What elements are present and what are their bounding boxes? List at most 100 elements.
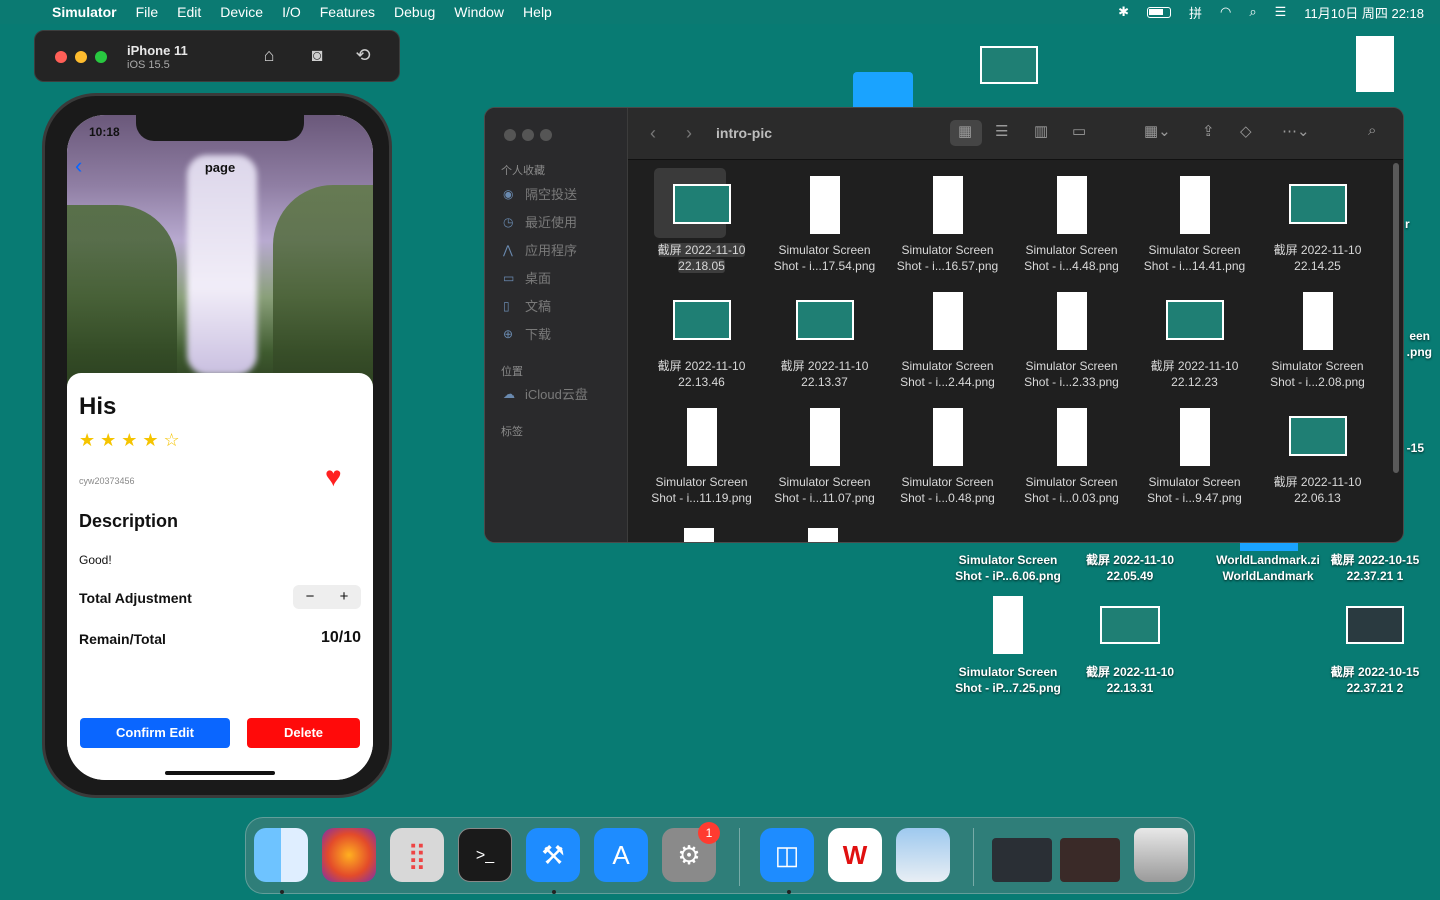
confirm-edit-button[interactable]: Confirm Edit	[80, 718, 230, 748]
battery-icon[interactable]	[1146, 6, 1171, 18]
preview-app-icon[interactable]	[896, 828, 950, 882]
wps-app-icon[interactable]: W	[828, 828, 882, 882]
file-thumbnail[interactable]	[808, 528, 838, 542]
menu-edit[interactable]: Edit	[177, 4, 201, 20]
desktop-item-label[interactable]: 截屏 2022-10-15 22.37.21 1	[1310, 552, 1440, 584]
minimize-window-button[interactable]	[75, 51, 87, 63]
decrement-button[interactable]: −	[293, 585, 327, 609]
list-view-icon[interactable]: ☰	[995, 122, 1008, 140]
back-arrow-icon[interactable]: ‹	[650, 123, 656, 144]
desktop-screenshot-thumbnail[interactable]	[1100, 606, 1160, 644]
menu-file[interactable]: File	[136, 4, 159, 20]
folder-icon[interactable]	[853, 72, 913, 112]
file-item[interactable]: 截屏 2022-11-10 22.12.23	[1133, 284, 1256, 394]
menu-io[interactable]: I/O	[282, 4, 301, 20]
control-center-icon[interactable]: ☰	[1275, 4, 1287, 20]
file-thumbnail[interactable]	[684, 528, 714, 542]
notification-badge: 1	[698, 822, 720, 844]
zip-file-icon[interactable]	[1240, 543, 1298, 551]
file-item[interactable]: Simulator Screen Shot - i...0.03.png	[1010, 400, 1133, 510]
input-method-icon[interactable]: 拼	[1189, 3, 1202, 22]
file-item[interactable]: 截屏 2022-11-10 22.14.25	[1256, 168, 1379, 278]
file-item[interactable]: Simulator Screen Shot - i...11.07.png	[763, 400, 886, 510]
rating-stars[interactable]: ★★★★☆	[79, 430, 185, 451]
favorite-heart-icon[interactable]: ♥	[325, 461, 342, 493]
sidebar-item-documents[interactable]: ▯ 文稿	[503, 296, 551, 315]
xcode-app-icon[interactable]: ⚒	[526, 828, 580, 882]
menu-window[interactable]: Window	[454, 4, 504, 20]
sidebar-item-desktop[interactable]: ▭ 桌面	[503, 268, 551, 287]
app-store-icon[interactable]: A	[594, 828, 648, 882]
tag-icon[interactable]: ◇	[1240, 122, 1252, 140]
file-item[interactable]: Simulator Screen Shot - i...11.19.png	[640, 400, 763, 510]
file-item[interactable]: Simulator Screen Shot - i...4.48.png	[1010, 168, 1133, 278]
sidebar-item-airdrop[interactable]: ◉ 隔空投送	[503, 184, 577, 203]
desktop-item-label[interactable]: Simulator Screen Shot - iP...6.06.png	[943, 552, 1073, 584]
file-thumbnail	[932, 292, 963, 350]
file-item[interactable]: Simulator Screen Shot - i...0.48.png	[886, 400, 1009, 510]
terminal-app-icon[interactable]: >_	[458, 828, 512, 882]
icon-view-icon[interactable]: ▦	[958, 122, 972, 140]
home-indicator[interactable]	[165, 771, 275, 775]
search-icon[interactable]: ⌕	[1368, 122, 1376, 139]
zoom-window-button[interactable]	[95, 51, 107, 63]
spotlight-search-icon[interactable]: ⌕	[1249, 4, 1256, 20]
desktop-item-label[interactable]: 截屏 2022-10-15 22.37.21 2	[1310, 664, 1440, 696]
menu-clock[interactable]: 11月10日 周四 22:18	[1304, 3, 1424, 22]
description-text: Good!	[79, 553, 112, 567]
file-item[interactable]: Simulator Screen Shot - i...2.44.png	[886, 284, 1009, 394]
firefox-app-icon[interactable]	[322, 828, 376, 882]
close-window-button[interactable]	[55, 51, 67, 63]
sidebar-item-downloads[interactable]: ⊕ 下载	[503, 324, 551, 343]
increment-button[interactable]: +	[327, 585, 361, 609]
file-item[interactable]: 截屏 2022-11-10 22.13.46	[640, 284, 763, 394]
file-item[interactable]: 截屏 2022-11-10 22.18.05	[640, 168, 763, 278]
wifi-icon[interactable]: ◠	[1220, 4, 1231, 20]
menu-app-simulator[interactable]: Simulator	[52, 4, 117, 20]
minimized-window-thumbnail[interactable]	[992, 838, 1052, 882]
simulator-app-icon[interactable]: ◫	[760, 828, 814, 882]
sidebar-item-icloud[interactable]: ☁ iCloud云盘	[503, 384, 588, 403]
minimized-window-thumbnail[interactable]	[1060, 838, 1120, 882]
file-item[interactable]: Simulator Screen Shot - i...2.33.png	[1010, 284, 1133, 394]
home-icon[interactable]: ⌂	[257, 45, 281, 67]
rotate-icon[interactable]: ⟲	[351, 45, 375, 67]
menu-features[interactable]: Features	[320, 4, 375, 20]
share-icon[interactable]: ⇪	[1202, 122, 1215, 140]
sidebar-item-applications[interactable]: ⋀ 应用程序	[503, 240, 577, 259]
file-item[interactable]: Simulator Screen Shot - i...16.57.png	[886, 168, 1009, 278]
delete-button[interactable]: Delete	[247, 718, 360, 748]
menu-device[interactable]: Device	[220, 4, 263, 20]
file-item[interactable]: Simulator Screen Shot - i...17.54.png	[763, 168, 886, 278]
menu-help[interactable]: Help	[523, 4, 552, 20]
launchpad-app-icon[interactable]: ⣿	[390, 828, 444, 882]
desktop-item-label[interactable]: 截屏 2022-11-10 22.05.49	[1065, 552, 1195, 584]
file-item[interactable]: Simulator Screen Shot - i...9.47.png	[1133, 400, 1256, 510]
file-item[interactable]: 截屏 2022-11-10 22.13.37	[763, 284, 886, 394]
file-item[interactable]: Simulator Screen Shot - i...14.41.png	[1133, 168, 1256, 278]
file-item[interactable]: Simulator Screen Shot - i...2.08.png	[1256, 284, 1379, 394]
sidebar-item-recents[interactable]: ◷ 最近使用	[503, 212, 577, 231]
gallery-view-icon[interactable]: ▭	[1072, 122, 1086, 140]
file-item[interactable]: 截屏 2022-11-10 22.06.13	[1256, 400, 1379, 510]
finder-app-icon[interactable]	[254, 828, 308, 882]
menu-debug[interactable]: Debug	[394, 4, 435, 20]
desktop-screenshot-thumbnail[interactable]	[980, 46, 1038, 84]
file-thumbnail	[1288, 416, 1347, 456]
desktop-document-thumbnail[interactable]	[1356, 36, 1394, 92]
finder-traffic-lights[interactable]	[504, 128, 558, 146]
more-actions-icon[interactable]: ⋯⌄	[1282, 122, 1310, 140]
desktop-screenshot-thumbnail[interactable]	[993, 596, 1023, 654]
desktop-item-label[interactable]: 截屏 2022-11-10 22.13.31	[1065, 664, 1195, 696]
trash-icon[interactable]	[1134, 828, 1188, 882]
scrollbar[interactable]	[1393, 163, 1399, 473]
desktop-item-label[interactable]: Simulator Screen Shot - iP...7.25.png	[943, 664, 1073, 696]
finder-sidebar: 个人收藏 ◉ 隔空投送 ◷ 最近使用 ⋀ 应用程序 ▭ 桌面 ▯ 文稿 ⊕ 下载 位置 ☁ i…	[485, 108, 628, 542]
screenshot-camera-icon[interactable]: ◙	[305, 45, 329, 67]
bluetooth-icon[interactable]: ✱	[1118, 4, 1129, 20]
file-thumbnail	[932, 176, 963, 234]
group-menu-icon[interactable]: ▦⌄	[1144, 122, 1171, 140]
forward-arrow-icon[interactable]: ›	[686, 123, 692, 144]
column-view-icon[interactable]: ▥	[1034, 122, 1048, 140]
desktop-screenshot-thumbnail[interactable]	[1346, 606, 1404, 644]
